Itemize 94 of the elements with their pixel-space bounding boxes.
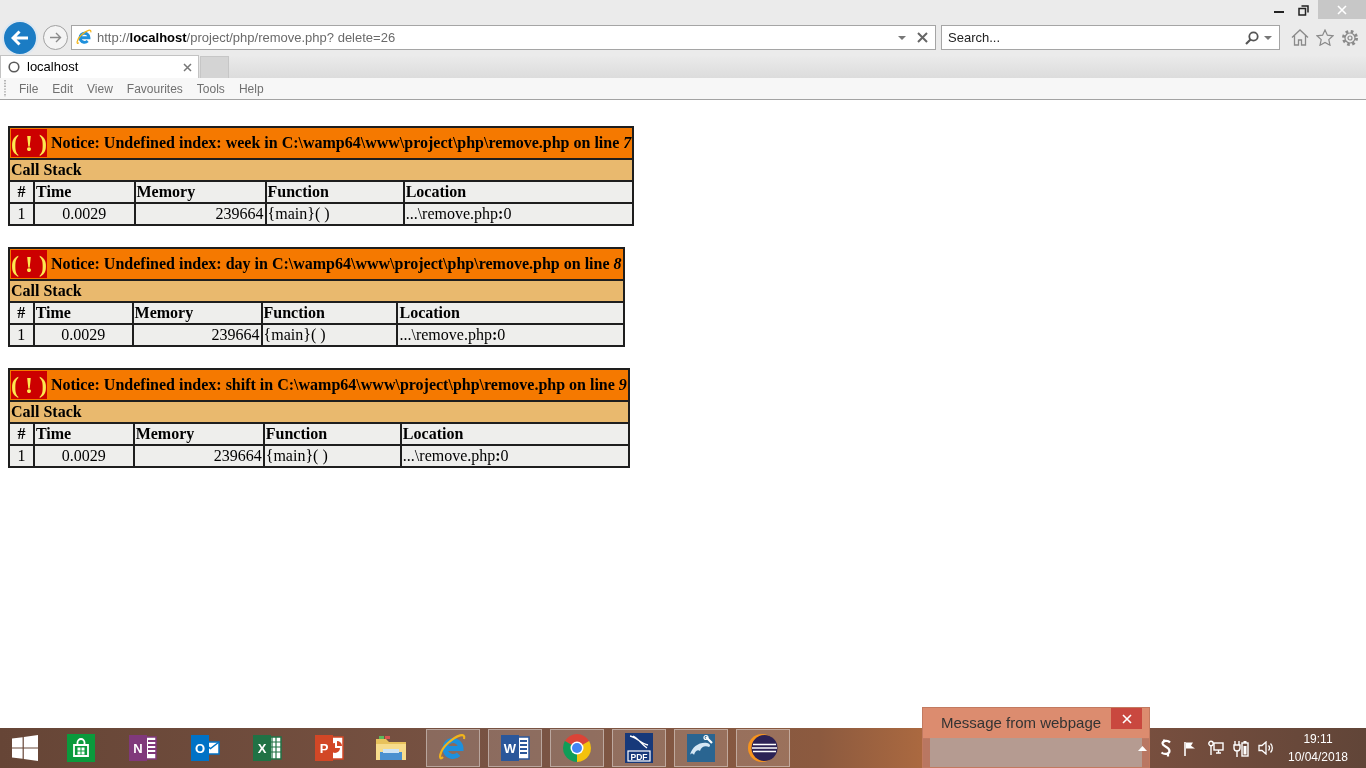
dolphin-tile-icon bbox=[687, 734, 715, 762]
menu-item[interactable]: Edit bbox=[45, 78, 81, 99]
column-header: Time bbox=[33, 302, 133, 324]
settings-icon bbox=[1341, 28, 1359, 47]
table-cell: 0.0029 bbox=[33, 445, 134, 467]
close-icon bbox=[182, 62, 192, 72]
table-cell: ...\remove.php:0 bbox=[397, 324, 624, 346]
speaker-icon bbox=[1257, 741, 1274, 755]
table-cell: 0.0029 bbox=[33, 324, 133, 346]
column-header: Function bbox=[263, 423, 401, 445]
column-header: # bbox=[9, 302, 34, 324]
table-cell: ...\remove.php:0 bbox=[400, 445, 629, 467]
table-cell: 239664 bbox=[134, 203, 266, 225]
table-cell: 239664 bbox=[133, 445, 264, 467]
pdf-icon: PDF bbox=[625, 733, 653, 763]
forward-button[interactable] bbox=[43, 25, 68, 50]
call-stack-title: Call Stack bbox=[9, 159, 634, 181]
taskbar-button[interactable]: N bbox=[116, 729, 170, 767]
dropdown-caret-icon bbox=[898, 35, 906, 40]
error-symbol: ( ! ) bbox=[11, 250, 47, 278]
address-field[interactable]: http://localhost/project/php/remove.php? delete=26 bbox=[71, 25, 936, 50]
taskbar-button[interactable]: P bbox=[302, 729, 356, 767]
table-cell: {main}( ) bbox=[265, 203, 404, 225]
home-icon bbox=[1291, 29, 1309, 46]
column-header: Memory bbox=[132, 302, 262, 324]
menu-item[interactable]: Favourites bbox=[119, 78, 190, 99]
start-icon bbox=[12, 735, 38, 761]
dialog-close-button[interactable] bbox=[1111, 708, 1142, 729]
taskbar-button[interactable] bbox=[736, 729, 790, 767]
close-icon bbox=[1337, 4, 1347, 15]
taskbar-button[interactable]: O bbox=[178, 729, 232, 767]
star-icon bbox=[1316, 29, 1334, 46]
restore-icon bbox=[1298, 4, 1309, 16]
dialog-title: Message from webpage bbox=[941, 712, 1102, 733]
shopping-bag-icon bbox=[67, 734, 95, 762]
forward-arrow-icon bbox=[49, 32, 62, 43]
notice-message: Notice: Undefined index: week in C:\wamp64\www\project\php\remove.php on line 7 bbox=[51, 134, 632, 151]
clock-time: 19:11 bbox=[1303, 731, 1333, 748]
back-arrow-icon bbox=[11, 29, 29, 46]
table-cell: 239664 bbox=[132, 324, 262, 346]
favorites-button[interactable] bbox=[1316, 28, 1334, 47]
menu-item[interactable]: View bbox=[80, 78, 120, 99]
menu-item[interactable]: Help bbox=[231, 78, 271, 99]
column-header: Function bbox=[261, 302, 398, 324]
taskbar-button[interactable]: W bbox=[488, 729, 542, 767]
table-cell: {main}( ) bbox=[263, 445, 401, 467]
flag-icon bbox=[1183, 740, 1198, 756]
notice-message: Notice: Undefined index: day in C:\wamp64\www\project\php\remove.php on line 8 bbox=[51, 255, 622, 272]
column-header: Memory bbox=[134, 181, 266, 203]
search-icon bbox=[1245, 30, 1259, 45]
close-icon bbox=[1121, 713, 1132, 724]
column-header: Time bbox=[33, 423, 134, 445]
taskbar-button[interactable]: PDF bbox=[612, 729, 666, 767]
table-cell: {main}( ) bbox=[261, 324, 398, 346]
taskbar-button[interactable]: X bbox=[240, 729, 294, 767]
clock-date: 10/04/2018 bbox=[1287, 749, 1349, 766]
home-button[interactable] bbox=[1291, 28, 1309, 47]
column-header: Memory bbox=[133, 423, 264, 445]
call-stack-title: Call Stack bbox=[9, 280, 624, 302]
table-cell: 1 bbox=[9, 203, 35, 225]
settings-button[interactable] bbox=[1341, 28, 1359, 47]
tricolor-ring-icon bbox=[562, 733, 592, 763]
menu-item[interactable]: File bbox=[12, 78, 46, 99]
table-cell: ...\remove.php:0 bbox=[403, 203, 634, 225]
error-symbol: ( ! ) bbox=[11, 371, 47, 399]
s-curve-icon bbox=[1159, 739, 1172, 757]
search-field[interactable]: Search... bbox=[941, 25, 1280, 50]
folder-icon bbox=[375, 734, 407, 762]
column-header: # bbox=[9, 423, 34, 445]
call-stack-title: Call Stack bbox=[9, 401, 629, 423]
table-cell: 0.0029 bbox=[34, 203, 135, 225]
minimize-icon bbox=[1273, 11, 1284, 13]
close-icon bbox=[916, 32, 928, 43]
tab-close-button[interactable] bbox=[180, 60, 194, 74]
column-header: Location bbox=[397, 302, 624, 324]
back-button[interactable] bbox=[2, 19, 38, 56]
column-header: # bbox=[9, 181, 35, 203]
column-header: Location bbox=[400, 423, 629, 445]
dropdown-caret-icon bbox=[1264, 35, 1272, 40]
table-cell: 1 bbox=[9, 324, 34, 346]
network-icon bbox=[1207, 740, 1224, 756]
column-header: Time bbox=[34, 181, 135, 203]
column-header: Function bbox=[265, 181, 404, 203]
browser-tab[interactable]: localhost bbox=[0, 55, 199, 78]
e-logo-icon bbox=[76, 29, 93, 46]
caret-up-icon bbox=[1137, 745, 1147, 751]
url-text: http://localhost/project/php/remove.php? delete=26 bbox=[97, 28, 397, 47]
striped-sphere-icon bbox=[748, 733, 778, 763]
column-header: Location bbox=[403, 181, 634, 203]
notice-message: Notice: Undefined index: shift in C:\wamp64\www\project\php\remove.php on line 9 bbox=[51, 376, 627, 393]
menu-item[interactable]: Tools bbox=[189, 78, 232, 99]
table-cell: 1 bbox=[9, 445, 34, 467]
battery-plug-icon bbox=[1232, 739, 1249, 757]
error-symbol: ( ! ) bbox=[11, 129, 47, 157]
